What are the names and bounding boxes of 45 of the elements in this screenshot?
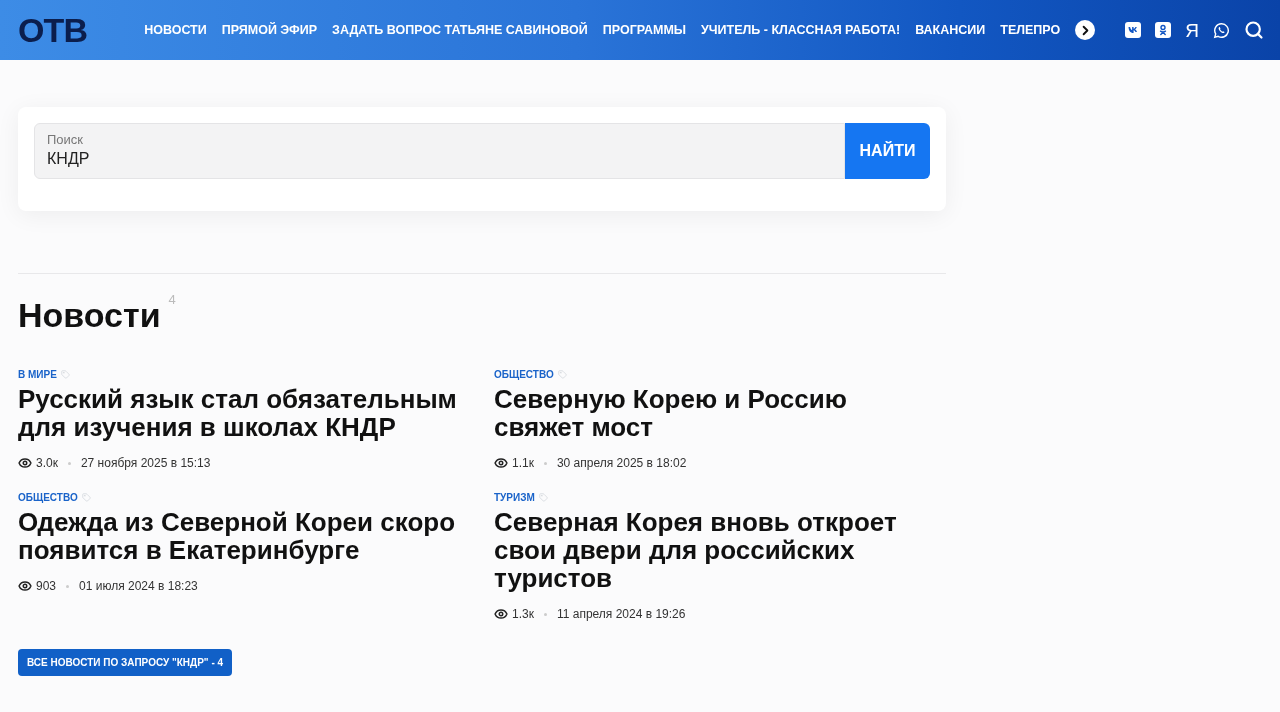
tag-icon [538,493,548,502]
view-count: 1.1к [512,455,534,472]
category-label[interactable]: ОБЩЕСТВО [494,367,554,382]
nav-link[interactable]: ТЕЛЕПРО [1000,20,1061,40]
search-field[interactable]: Поиск КНДР [34,123,845,179]
category-label[interactable]: ОБЩЕСТВО [18,490,78,505]
article-title[interactable]: Северную Корею и Россию свяжет мост [494,385,940,441]
nav-link[interactable]: ПРОГРАММЫ [602,20,687,40]
all-news-button[interactable]: ВСЕ НОВОСТИ ПО ЗАПРОСУ "КНДР" - 4 [18,649,233,676]
nav-link[interactable]: НОВОСТИ [144,20,207,40]
whatsapp-icon[interactable] [1213,21,1230,39]
article-date: 27 ноября 2025 в 15:13 [80,455,211,472]
vk-icon[interactable] [1125,22,1142,38]
article-date: 01 июля 2024 в 18:23 [79,578,198,595]
category-label[interactable]: ТУРИЗМ [494,490,535,505]
section-title: Новости [18,295,161,336]
find-button[interactable]: НАЙТИ [845,123,930,179]
article-date: 30 апреля 2025 в 18:02 [556,455,687,472]
nav-link[interactable]: ПРЯМОЙ ЭФИР [221,20,318,40]
view-count: 1.3к [512,606,534,623]
yandex-letter[interactable]: Я [1185,20,1199,40]
article-date: 11 апреля 2024 в 19:26 [556,606,686,623]
eye-icon [18,579,32,593]
eye-icon [18,456,32,470]
category-label[interactable]: В МИРЕ [18,367,57,382]
view-count: 3.0к [36,455,58,472]
field-value: КНДР [47,149,91,169]
nav-link[interactable]: УЧИТЕЛЬ - КЛАССНАЯ РАБОТА! [701,20,901,40]
result-count: 4 [168,291,176,309]
eye-icon [494,456,508,470]
nav-link[interactable]: ВАКАНСИИ [915,20,986,40]
tag-icon [557,370,567,379]
article-title[interactable]: Русский язык стал обязательным для изучения в школах КНДР [18,385,464,441]
field-label: Поиск [47,132,85,148]
scroll-right-button[interactable] [1075,20,1096,40]
article-title[interactable]: Одежда из Северной Кореи скоро появится в Екатеринбурге [18,508,464,564]
tag-icon [60,370,70,379]
ok-icon[interactable] [1155,22,1172,38]
tag-icon [81,493,91,502]
logo[interactable]: ОТВ [18,13,88,47]
view-count: 903 [36,578,57,595]
search-icon[interactable] [1244,20,1264,40]
article-title[interactable]: Северная Корея вновь откроет свои двери для российских туристов [494,508,940,592]
nav-link[interactable]: ЗАДАТЬ ВОПРОС ТАТЬЯНЕ САВИНОВОЙ [332,20,588,40]
eye-icon [494,607,508,621]
